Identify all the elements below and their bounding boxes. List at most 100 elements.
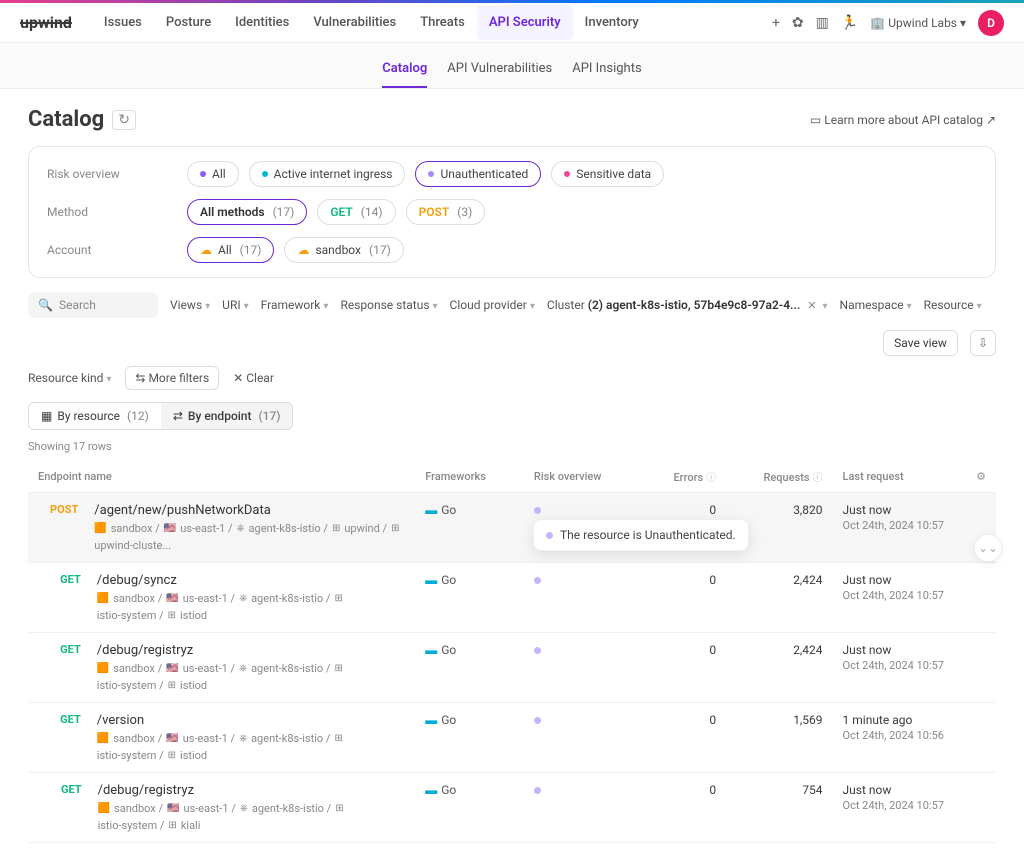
filters-panel: Risk overview All Active internet ingress… — [28, 146, 996, 278]
framework-cell: ▬Go — [415, 633, 524, 703]
cluster-clear-icon[interactable]: ✕ — [807, 299, 816, 312]
subnav-api-vulnerabilities[interactable]: API Vulnerabilities — [447, 55, 552, 88]
table-row[interactable]: POST/agent/new/pushNetworkData🟧 sandbox … — [28, 493, 996, 563]
cluster-filter[interactable]: Cluster (2) agent-k8s-istio, 57b4e9c8-97… — [547, 298, 828, 312]
nav-inventory[interactable]: Inventory — [573, 5, 651, 40]
subnav-catalog[interactable]: Catalog — [382, 55, 427, 88]
col-requests[interactable]: Requestsⓘ — [726, 461, 832, 493]
breadcrumb: 🟧 sandbox / 🇺🇸 us-east-1 / ⎈ agent-k8s-i… — [97, 592, 405, 622]
method-badge: GET — [38, 783, 88, 832]
columns-icon[interactable]: ▥ — [816, 15, 829, 31]
learn-more-link[interactable]: ▭ Learn more about API catalog ↗ — [810, 113, 996, 127]
method-badge: POST — [38, 503, 84, 552]
tab-by-resource[interactable]: ▦ By resource (12) — [29, 403, 161, 429]
framework-cell: ▬Go — [415, 563, 524, 633]
col-frameworks[interactable]: Frameworks — [415, 461, 524, 493]
breadcrumb: 🟧 sandbox / 🇺🇸 us-east-1 / ⎈ agent-k8s-i… — [98, 802, 406, 832]
last-request-cell: Just nowOct 24th, 2024 10:57 — [833, 563, 996, 633]
nav-posture[interactable]: Posture — [154, 5, 223, 40]
avatar[interactable]: D — [978, 10, 1004, 36]
risk-pill-unauthenticated[interactable]: Unauthenticated — [415, 161, 541, 187]
col-last[interactable]: Last request⚙ — [833, 461, 996, 493]
views-filter[interactable]: Views▾ — [170, 298, 210, 312]
method-badge: GET — [38, 573, 87, 622]
risk-pill-active-internet-ingress[interactable]: Active internet ingress — [249, 161, 406, 187]
clear-button[interactable]: ✕ Clear — [233, 371, 274, 385]
table-row[interactable]: GET/debug/registryz🟧 sandbox / 🇺🇸 us-eas… — [28, 633, 996, 703]
col-endpoint[interactable]: Endpoint name — [28, 461, 415, 493]
table-settings-icon[interactable]: ⚙ — [976, 470, 986, 483]
risk-cell — [524, 773, 642, 843]
risk-label: Risk overview — [47, 167, 187, 181]
logo[interactable]: upwind — [20, 13, 72, 32]
uri-filter[interactable]: URI▾ — [222, 298, 248, 312]
save-view-button[interactable]: Save view — [883, 330, 958, 356]
method-pill-all-methods[interactable]: All methods (17) — [187, 199, 307, 225]
nav-threats[interactable]: Threats — [408, 5, 477, 40]
risk-tooltip: The resource is Unauthenticated. — [533, 519, 749, 551]
framework-cell: ▬Go — [415, 773, 524, 843]
cloud-provider-filter[interactable]: Cloud provider▾ — [450, 298, 535, 312]
method-badge: GET — [38, 713, 87, 762]
errors-cell: 0 — [642, 703, 726, 773]
errors-cell: 0 — [642, 773, 726, 843]
requests-cell: 2,424 — [726, 563, 832, 633]
sub-nav: Catalog API Vulnerabilities API Insights — [0, 43, 1024, 89]
run-icon[interactable]: 🏃 — [841, 15, 858, 31]
nav-api-security[interactable]: API Security — [477, 5, 573, 40]
row-count: Showing 17 rows — [28, 440, 996, 453]
controls-row: 🔍 Search Views▾ URI▾ Framework▾ Response st… — [28, 292, 996, 356]
resource-kind-filter[interactable]: Resource kind▾ — [28, 371, 111, 385]
table-row[interactable]: GET/debug/registryz 🟧 sandbox / 🇺🇸 us-eas… — [28, 773, 996, 843]
risk-pill-sensitive-data[interactable]: Sensitive data — [551, 161, 664, 187]
gear-icon[interactable]: ✿ — [792, 15, 804, 31]
requests-cell: 1,569 — [726, 703, 832, 773]
download-button[interactable]: ⇩ — [970, 330, 996, 356]
account-pill-all[interactable]: ☁ All (17) — [187, 237, 274, 263]
subnav-api-insights[interactable]: API Insights — [572, 55, 641, 88]
last-request-cell: Just nowOct 24th, 2024 10:57 — [833, 493, 996, 563]
requests-cell: 2,424 — [726, 633, 832, 703]
col-risk[interactable]: Risk overview — [524, 461, 642, 493]
risk-pill-all[interactable]: All — [187, 161, 239, 187]
page-title: Catalog ↻ — [28, 107, 136, 132]
last-request-cell: Just nowOct 24th, 2024 10:57 — [833, 773, 996, 843]
more-filters-button[interactable]: ⇆ More filters — [125, 366, 219, 390]
endpoints-table: Endpoint name Frameworks Risk overview E… — [28, 461, 996, 843]
search-input[interactable]: 🔍 Search — [28, 292, 158, 318]
risk-cell — [524, 703, 642, 773]
response-status-filter[interactable]: Response status▾ — [340, 298, 437, 312]
last-request-cell: 1 minute agoOct 24th, 2024 10:56 — [833, 703, 996, 773]
breadcrumb: 🟧 sandbox / 🇺🇸 us-east-1 / ⎈ agent-k8s-i… — [94, 522, 405, 552]
method-pill-post[interactable]: POST (3) — [406, 199, 486, 225]
account-label: Account — [47, 243, 187, 257]
top-nav: upwind IssuesPostureIdentitiesVulnerabil… — [0, 3, 1024, 43]
nav-identities[interactable]: Identities — [223, 5, 301, 40]
risk-cell — [524, 633, 642, 703]
scroll-down-indicator[interactable]: ⌄⌄ — [974, 534, 1002, 562]
nav-vulnerabilities[interactable]: Vulnerabilities — [301, 5, 408, 40]
refresh-button[interactable]: ↻ — [112, 110, 136, 130]
endpoint-path: /debug/registryz — [97, 643, 405, 658]
view-tabs: ▦ By resource (12) ⇄ By endpoint (17) — [28, 402, 293, 430]
plus-icon[interactable]: + — [772, 15, 780, 31]
namespace-filter[interactable]: Namespace▾ — [840, 298, 912, 312]
account-pill-sandbox[interactable]: ☁ sandbox (17) — [284, 237, 403, 263]
endpoint-path: /version — [97, 713, 405, 728]
table-row[interactable]: GET/version 🟧 sandbox / 🇺🇸 us-east-1 / ⎈ … — [28, 703, 996, 773]
framework-filter[interactable]: Framework▾ — [261, 298, 329, 312]
endpoint-path: /debug/syncz — [97, 573, 405, 588]
org-selector[interactable]: 🏢 Upwind Labs ▾ — [870, 16, 966, 30]
last-request-cell: Just nowOct 24th, 2024 10:57 — [833, 633, 996, 703]
framework-cell: ▬Go — [415, 493, 524, 563]
resource-filter[interactable]: Resource▾ — [924, 298, 982, 312]
table-row[interactable]: GET/debug/syncz 🟧 sandbox / 🇺🇸 us-east-1 … — [28, 563, 996, 633]
endpoint-path: /debug/registryz — [98, 783, 406, 798]
nav-issues[interactable]: Issues — [92, 5, 154, 40]
breadcrumb: 🟧 sandbox / 🇺🇸 us-east-1 / ⎈ agent-k8s-i… — [97, 732, 405, 762]
col-errors[interactable]: Errorsⓘ — [642, 461, 726, 493]
errors-cell: 0 — [642, 633, 726, 703]
tab-by-endpoint[interactable]: ⇄ By endpoint (17) — [161, 403, 293, 429]
breadcrumb: 🟧 sandbox / 🇺🇸 us-east-1 / ⎈ agent-k8s-i… — [97, 662, 405, 692]
method-pill-get[interactable]: GET (14) — [317, 199, 395, 225]
